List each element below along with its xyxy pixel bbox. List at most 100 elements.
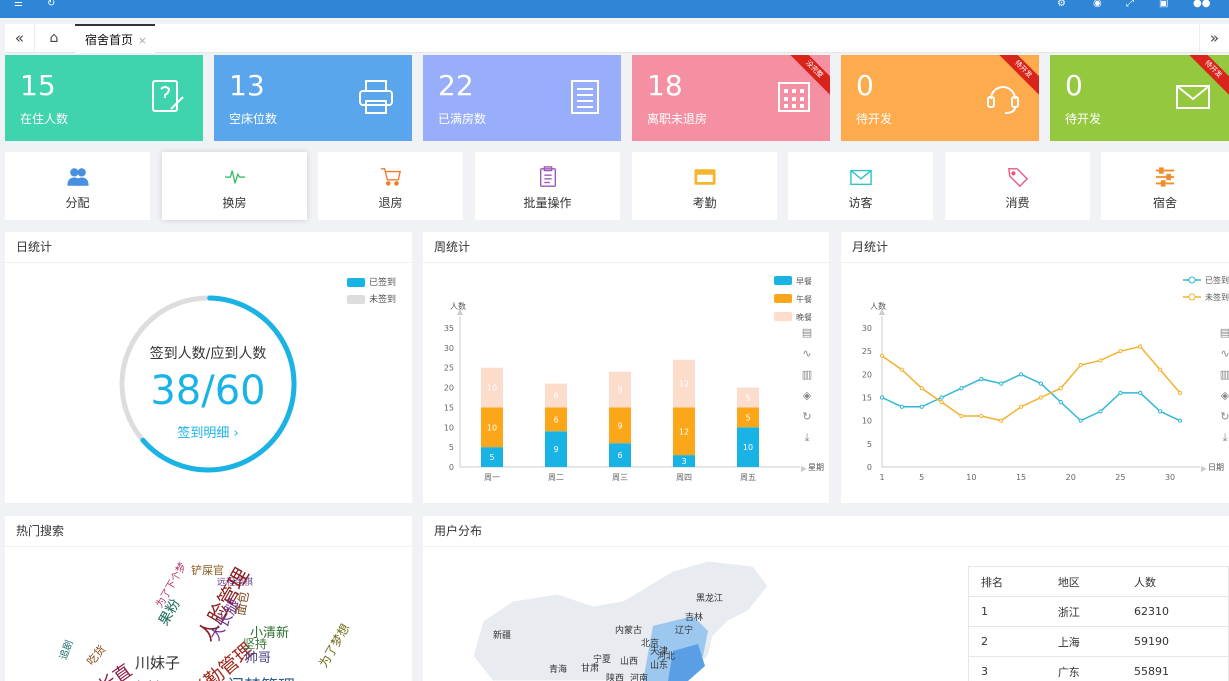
quick-action-5[interactable]: 考勤: [632, 152, 777, 220]
point-未签到[interactable]: [1018, 404, 1024, 409]
point-未签到[interactable]: [999, 418, 1004, 423]
monthly-stats-panel: 月统计 ▶ ▲ 0 5 10 15 20 25 30 1 5 10 15 20 25 30 人数 日期 已签到 未签到…: [841, 232, 1229, 503]
download-icon[interactable]: ⤓: [805, 431, 810, 444]
line-已签到[interactable]: [881, 373, 1181, 422]
stat-card-2[interactable]: 13 空床位数: [214, 55, 412, 141]
quick-action-2[interactable]: 换房: [162, 152, 307, 220]
x-axis-label: 日期: [1208, 463, 1224, 472]
point-未签到[interactable]: [1078, 362, 1083, 368]
point-未签到[interactable]: [939, 400, 944, 405]
restore-icon[interactable]: ↻: [802, 410, 811, 423]
point-已签到[interactable]: [959, 386, 964, 391]
stat-card-4[interactable]: 18 离职未退房 没完整: [632, 55, 830, 141]
download-icon[interactable]: ⤓: [1223, 431, 1228, 444]
home-tab-icon[interactable]: ⌂: [37, 24, 71, 53]
table-row[interactable]: 3 广东 55891: [968, 656, 1229, 681]
tabs-prev-button[interactable]: «: [5, 24, 35, 53]
point-未签到[interactable]: [979, 413, 984, 419]
daily-legend-unsigned[interactable]: 未签到: [347, 292, 396, 305]
legend-swatch-晚餐[interactable]: [774, 312, 792, 321]
quick-action-7[interactable]: 消费: [945, 152, 1090, 220]
quick-action-3[interactable]: 退房: [318, 152, 463, 220]
word-cloud-term[interactable]: 门禁管理: [227, 672, 295, 681]
point-已签到[interactable]: [919, 404, 924, 409]
word-cloud-term[interactable]: 为了梦想: [315, 620, 354, 670]
table-row[interactable]: 2 上海 59190: [968, 626, 1229, 657]
point-已签到[interactable]: [1158, 409, 1163, 414]
point-未签到[interactable]: [1158, 367, 1163, 372]
settings-icon[interactable]: ⚙: [1057, 0, 1066, 9]
line-未签到[interactable]: [881, 345, 1181, 422]
stat-value: 13: [229, 69, 265, 102]
envelope-icon: [849, 169, 872, 186]
legend-swatch-午餐[interactable]: [774, 294, 792, 303]
stat-card-6[interactable]: 0 待开发 待开发: [1050, 55, 1229, 141]
y-tick-label: 10: [862, 417, 872, 426]
point-未签到[interactable]: [959, 413, 964, 419]
point-已签到[interactable]: [1078, 418, 1083, 423]
close-tab-icon[interactable]: ×: [138, 26, 147, 55]
point-已签到[interactable]: [1018, 372, 1024, 377]
point-未签到[interactable]: [1098, 358, 1103, 363]
quick-action-8[interactable]: 宿舍: [1101, 152, 1229, 220]
menu-icon[interactable]: ☰: [14, 0, 23, 9]
word-cloud-term[interactable]: 坚持: [243, 635, 267, 652]
monthly-line-chart: ▶▲0510152025301 5 10 15 20 25 30人数日期已签到未签到▤∿▥◈…: [862, 275, 1229, 482]
user-menu-icon[interactable]: ●●: [1193, 0, 1210, 9]
word-cloud-term[interactable]: 吃货: [83, 641, 109, 668]
legend-marker-未签到[interactable]: [1188, 293, 1196, 301]
bar-switch-icon[interactable]: ▥: [802, 368, 812, 381]
line-switch-icon[interactable]: ∿: [1220, 347, 1229, 360]
point-已签到[interactable]: [879, 395, 885, 400]
tabs-next-button[interactable]: »: [1199, 24, 1229, 53]
point-未签到[interactable]: [899, 367, 904, 372]
point-已签到[interactable]: [999, 381, 1004, 386]
point-已签到[interactable]: [979, 376, 984, 382]
location-icon[interactable]: ◉: [1093, 0, 1102, 9]
tab-dorm-home[interactable]: 宿舍首页 ×: [75, 24, 155, 53]
weekly-stats-panel: 周统计 ▶ ▲ 0 5 10 15 20 25 30 35 人数 星期 5 10 10 周一 9 6 6 周二 6 9 9 周…: [423, 232, 829, 503]
y-tick-label: 5: [449, 443, 454, 452]
legend-marker-已签到[interactable]: [1188, 276, 1196, 284]
word-cloud-term[interactable]: 追剧: [55, 638, 75, 662]
data-view-icon[interactable]: ▤: [802, 326, 812, 339]
y-tick-label: 25: [862, 347, 872, 356]
point-未签到[interactable]: [1118, 349, 1123, 354]
point-未签到[interactable]: [879, 353, 885, 358]
point-已签到[interactable]: [939, 395, 944, 400]
point-未签到[interactable]: [1138, 344, 1143, 349]
lock-icon[interactable]: ▣: [1159, 0, 1168, 9]
point-已签到[interactable]: [1038, 381, 1044, 386]
stack-switch-icon[interactable]: ◈: [803, 389, 812, 402]
word-cloud-term[interactable]: 面包: [232, 590, 253, 617]
word-cloud-term[interactable]: 川妹子: [135, 652, 180, 673]
restore-icon[interactable]: ↻: [1220, 410, 1229, 423]
fullscreen-icon[interactable]: ⤢: [1126, 0, 1134, 9]
point-未签到[interactable]: [1058, 386, 1063, 391]
point-已签到[interactable]: [1177, 418, 1183, 423]
line-switch-icon[interactable]: ∿: [802, 347, 811, 360]
legend-swatch-早餐[interactable]: [774, 276, 792, 285]
point-已签到[interactable]: [1138, 390, 1143, 395]
quick-action-label: 分配: [65, 196, 90, 210]
stack-switch-icon[interactable]: ◈: [1221, 389, 1229, 402]
data-view-icon[interactable]: ▤: [1220, 326, 1229, 339]
point-未签到[interactable]: [1177, 390, 1183, 395]
signin-detail-link[interactable]: 签到明细 ›: [117, 422, 299, 441]
stat-card-3[interactable]: 22 已满房数: [423, 55, 621, 141]
quick-action-4[interactable]: 批量操作: [475, 152, 620, 220]
point-未签到[interactable]: [919, 386, 924, 391]
stat-card-5[interactable]: 0 待开发 待开发: [841, 55, 1039, 141]
quick-action-6[interactable]: 访客: [788, 152, 933, 220]
stat-card-1[interactable]: 15 在住人数: [5, 55, 203, 141]
point-已签到[interactable]: [1058, 400, 1063, 405]
point-已签到[interactable]: [1118, 390, 1123, 395]
point-已签到[interactable]: [1098, 409, 1103, 414]
refresh-icon[interactable]: ↻: [47, 0, 55, 9]
daily-legend-signed[interactable]: 已签到: [347, 275, 396, 288]
table-row[interactable]: 1 浙江 62310: [968, 596, 1229, 627]
bar-switch-icon[interactable]: ▥: [1220, 368, 1229, 381]
point-未签到[interactable]: [1038, 395, 1044, 400]
quick-action-1[interactable]: 分配: [5, 152, 150, 220]
point-已签到[interactable]: [899, 404, 904, 409]
